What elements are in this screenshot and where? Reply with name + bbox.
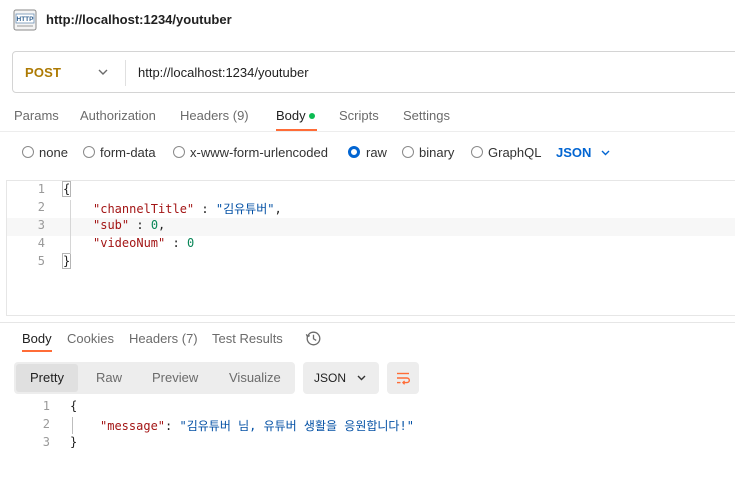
- tabs-divider: [0, 131, 735, 132]
- chevron-down-icon[interactable]: [96, 65, 110, 79]
- tab-settings[interactable]: Settings: [403, 108, 450, 123]
- method-select[interactable]: POST: [25, 65, 61, 80]
- json-key: "channelTitle": [93, 202, 195, 216]
- code-text: {: [70, 399, 78, 413]
- tab-params[interactable]: Params: [14, 108, 59, 123]
- tab-cookies[interactable]: Cookies: [67, 331, 114, 346]
- code-text: }: [61, 253, 72, 269]
- tab-authorization[interactable]: Authorization: [80, 108, 156, 123]
- http-icon: HTTP: [13, 9, 37, 31]
- tab-headers[interactable]: Headers (9): [180, 108, 249, 123]
- view-pretty-button[interactable]: Pretty: [16, 364, 78, 392]
- radio-raw[interactable]: [348, 146, 360, 158]
- radio-label-graphql[interactable]: GraphQL: [488, 145, 541, 160]
- radio-label-none[interactable]: none: [39, 145, 68, 160]
- url-divider: [125, 60, 126, 86]
- view-mode-group: Pretty Raw Preview Visualize: [14, 362, 295, 394]
- radio-label-urlencoded[interactable]: x-www-form-urlencoded: [190, 145, 328, 160]
- radio-urlencoded[interactable]: [173, 146, 185, 158]
- code-line-current: 3 "sub" : 0,: [7, 218, 735, 236]
- json-comma: ,: [274, 202, 282, 216]
- line-number: 3: [37, 218, 45, 232]
- tab-response-body[interactable]: Body: [22, 331, 52, 346]
- response-line: 3 }: [0, 435, 735, 453]
- request-title: http://localhost:1234/youtuber: [46, 12, 232, 27]
- view-visualize-button[interactable]: Visualize: [217, 364, 293, 392]
- tab-body[interactable]: Body: [276, 108, 306, 123]
- code-line: 4 "videoNum" : 0: [7, 236, 735, 254]
- url-bar: POST http://localhost:1234/youtuber: [12, 51, 735, 93]
- indent-guide: [72, 417, 73, 434]
- wrap-lines-icon: [397, 372, 410, 385]
- body-format-select[interactable]: JSON: [556, 145, 591, 160]
- view-preview-button[interactable]: Preview: [140, 364, 210, 392]
- json-key: "sub": [93, 218, 130, 232]
- close-brace: }: [61, 253, 72, 269]
- chevron-down-icon: [357, 375, 366, 381]
- json-value: "김유튜버 님, 유튜버 생활을 응원합니다!": [179, 419, 414, 433]
- wrap-lines-button[interactable]: [387, 362, 419, 394]
- code-text: {: [61, 181, 72, 197]
- json-key: "videoNum": [93, 236, 166, 250]
- response-format-select[interactable]: JSON: [303, 362, 379, 394]
- response-divider[interactable]: [0, 322, 735, 323]
- request-title-bar: HTTP http://localhost:1234/youtuber: [0, 0, 735, 40]
- code-text: "videoNum" : 0: [93, 236, 194, 250]
- code-line: 2 "channelTitle" : "김유튜버",: [7, 200, 735, 218]
- line-number: 3: [42, 435, 50, 449]
- response-format-label: JSON: [314, 371, 347, 385]
- tab-response-headers[interactable]: Headers (7): [129, 331, 198, 346]
- line-number: 2: [42, 417, 50, 431]
- radio-label-binary[interactable]: binary: [419, 145, 454, 160]
- code-line: 1 {: [7, 181, 735, 200]
- request-body-editor[interactable]: 1 { 2 "channelTitle" : "김유튜버", 3 "sub" :…: [6, 180, 735, 316]
- json-key: "message": [100, 419, 166, 433]
- json-value: 0: [186, 236, 195, 250]
- code-line: 5 }: [7, 253, 735, 272]
- line-number: 5: [37, 254, 45, 268]
- tab-scripts[interactable]: Scripts: [339, 108, 379, 123]
- url-input[interactable]: http://localhost:1234/youtuber: [138, 65, 309, 80]
- body-type-options: none form-data x-www-form-urlencoded raw…: [0, 141, 735, 163]
- response-line: 2 "message": "김유튜버 님, 유튜버 생활을 응원합니다!": [0, 417, 735, 435]
- chevron-down-icon[interactable]: [599, 146, 612, 159]
- line-number: 1: [42, 399, 50, 413]
- radio-form-data[interactable]: [83, 146, 95, 158]
- radio-label-form-data[interactable]: form-data: [100, 145, 156, 160]
- view-raw-button[interactable]: Raw: [84, 364, 134, 392]
- json-separator: :: [129, 218, 151, 232]
- active-response-tab-indicator: [22, 350, 52, 352]
- response-line: 1 {: [0, 399, 735, 417]
- radio-label-raw[interactable]: raw: [366, 145, 387, 160]
- code-text: "channelTitle" : "김유튜버",: [93, 200, 282, 217]
- svg-text:HTTP: HTTP: [17, 16, 35, 23]
- body-modified-dot: [309, 113, 315, 119]
- indent-guide: [70, 200, 71, 254]
- json-separator: :: [165, 419, 180, 433]
- history-icon[interactable]: [305, 330, 322, 347]
- radio-graphql[interactable]: [471, 146, 483, 158]
- json-separator: :: [194, 202, 216, 216]
- json-value: 0: [150, 218, 159, 232]
- radio-none[interactable]: [22, 146, 34, 158]
- line-number: 2: [37, 200, 45, 214]
- json-separator: :: [165, 236, 187, 250]
- response-tabs: Body Cookies Headers (7) Test Results: [0, 325, 735, 353]
- request-tabs: Params Authorization Headers (9) Body Sc…: [0, 101, 735, 131]
- code-text: "message": "김유튜버 님, 유튜버 생활을 응원합니다!": [100, 417, 414, 434]
- code-text: "sub" : 0,: [93, 218, 165, 232]
- line-number: 4: [37, 236, 45, 250]
- tab-test-results[interactable]: Test Results: [212, 331, 283, 346]
- json-comma: ,: [158, 218, 166, 232]
- radio-binary[interactable]: [402, 146, 414, 158]
- code-text: }: [70, 435, 78, 449]
- line-number: 1: [37, 182, 45, 196]
- json-value: "김유튜버": [215, 202, 275, 216]
- open-brace: {: [61, 181, 72, 197]
